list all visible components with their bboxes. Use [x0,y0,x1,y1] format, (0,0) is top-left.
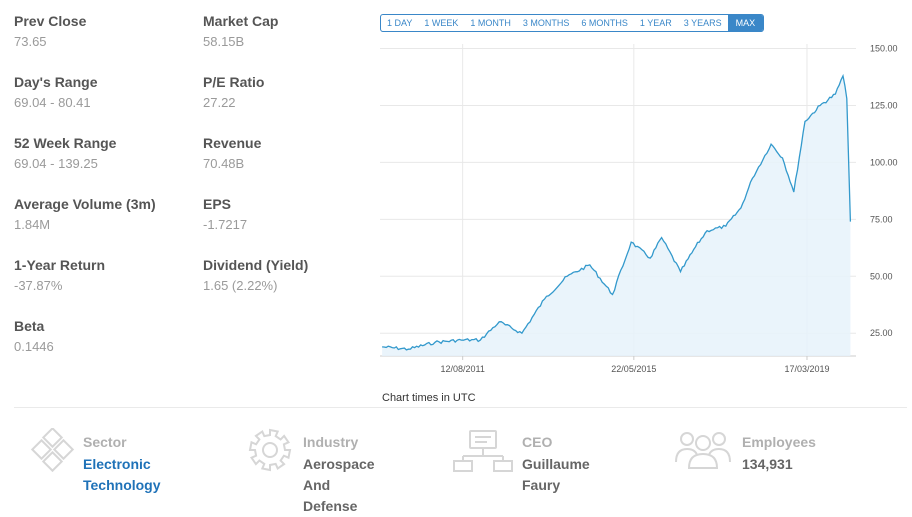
y-tick-label: 75.00 [870,214,893,224]
x-tick-label: 22/05/2015 [611,364,656,374]
x-tick-label: 12/08/2011 [440,364,484,374]
y-tick-label: 100.00 [870,157,898,167]
info-title: Employees [742,434,816,450]
range-button-max[interactable]: MAX [727,15,764,31]
stat-label: Beta [14,318,45,334]
sector-diamond-icon [30,428,75,473]
stat-label: Market Cap [203,13,279,29]
price-chart[interactable]: 25.00 50.00 75.00 100.00 125.00 150.00 12/08/2… [380,40,900,380]
stat-label: Dividend (Yield) [203,257,309,273]
stat-value: 70.48B [203,156,245,171]
stat-label: 52 Week Range [14,135,117,151]
range-button-1-day[interactable]: 1 DAY [381,15,418,31]
stat-eps: EPS -1.7217 [203,195,383,234]
y-tick-label: 125.00 [870,100,898,110]
stat-1-year-return: 1-Year Return -37.87% [14,256,194,295]
range-button-3-years[interactable]: 3 YEARS [678,15,728,31]
stat-value: 1.65 (2.22%) [203,278,278,293]
range-button-1-week[interactable]: 1 WEEK [418,15,464,31]
stat-value: -37.87% [14,278,63,293]
stat-pe-ratio: P/E Ratio 27.22 [203,73,383,112]
price-area [382,75,851,357]
stat-value: -1.7217 [203,217,248,232]
range-button-1-month[interactable]: 1 MONTH [464,15,517,31]
info-title: Industry [303,434,359,450]
info-value-line: 134,931 [742,456,793,472]
y-tick-label: 25.00 [870,328,893,338]
section-divider [14,407,907,408]
info-value: 134,931 [742,454,793,475]
stat-value: 69.04 - 80.41 [14,95,91,110]
stat-value: 1.84M [14,217,51,232]
stat-label: P/E Ratio [203,74,265,90]
range-button-6-months[interactable]: 6 MONTHS [575,15,634,31]
stat-value: 58.15B [203,34,245,49]
ceo-org-chart-icon [453,430,513,472]
info-value-line: Guillaume Faury [522,456,590,493]
employees-people-icon [675,432,731,469]
stat-label: EPS [203,196,232,212]
stat-value: 73.65 [14,34,47,49]
info-value: Aerospace And Defense [303,454,375,517]
stat-prev-close: Prev Close 73.65 [14,12,194,51]
time-range-selector: 1 DAY 1 WEEK 1 MONTH 3 MONTHS 6 MONTHS 1… [380,14,765,32]
stat-label: Day's Range [14,74,98,90]
y-tick-label: 50.00 [870,271,893,281]
key-statistics: Prev Close 73.65 Market Cap 58.15B Day's… [14,12,374,362]
stat-days-range: Day's Range 69.04 - 80.41 [14,73,194,112]
stat-beta: Beta 0.1446 [14,317,194,356]
info-value-line: Technology [83,477,161,493]
stat-dividend-yield: Dividend (Yield) 1.65 (2.22%) [203,256,383,295]
sector-link[interactable]: Electronic Technology [83,454,161,496]
stat-revenue: Revenue 70.48B [203,134,383,173]
info-value-line: Electronic [83,456,151,472]
industry-gear-icon [248,428,292,472]
stat-label: Revenue [203,135,262,151]
stat-value: 69.04 - 139.25 [14,156,98,171]
y-tick-label: 150.00 [870,44,898,54]
range-button-1-year[interactable]: 1 YEAR [634,15,678,31]
stat-label: Prev Close [14,13,87,29]
chart-times-note: Chart times in UTC [382,392,476,404]
info-value: Guillaume Faury [522,454,590,496]
stat-label: 1-Year Return [14,257,106,273]
stat-market-cap: Market Cap 58.15B [203,12,383,51]
range-button-3-months[interactable]: 3 MONTHS [517,15,576,31]
stat-52-week-range: 52 Week Range 69.04 - 139.25 [14,134,194,173]
info-value-line: Aerospace And [303,456,375,493]
stat-value: 0.1446 [14,339,54,354]
info-title: CEO [522,434,553,450]
info-title: Sector [83,434,127,450]
stat-average-volume: Average Volume (3m) 1.84M [14,195,194,234]
stat-label: Average Volume (3m) [14,196,156,212]
stat-value: 27.22 [203,95,236,110]
x-tick-label: 17/03/2019 [784,364,829,374]
